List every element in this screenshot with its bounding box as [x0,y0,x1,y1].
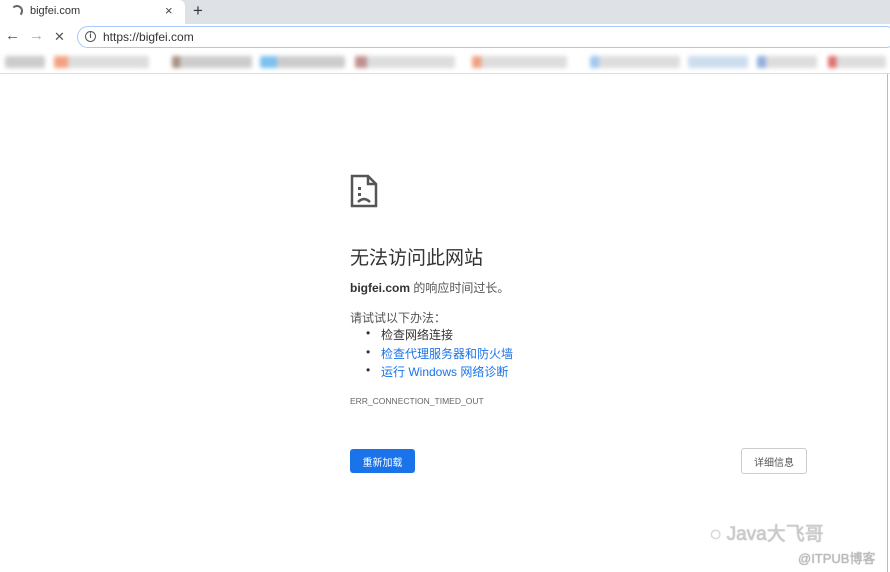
back-arrow-icon[interactable]: ← [5,27,20,44]
bookmark-item[interactable] [828,56,886,68]
tab-close-icon[interactable]: × [165,3,173,18]
suggestions-label: 请试试以下办法： [350,311,447,325]
bookmark-item[interactable] [472,56,567,68]
suggestion-check-proxy-link[interactable]: 检查代理服务器和防火墙 [366,345,513,364]
watermark-name: Java大飞哥 [726,524,824,545]
wechat-icon: ◌ [710,524,727,545]
new-tab-button[interactable]: + [193,1,203,21]
error-title: 无法访问此网站 [350,248,484,269]
bookmarks-bar [0,52,890,74]
window-edge [887,74,888,572]
suggestions-list: 检查网络连接 检查代理服务器和防火墙 运行 Windows 网络诊断 [366,326,513,382]
error-domain: bigfei.com [350,281,411,295]
bookmark-item[interactable] [5,56,45,68]
tab-bigfei[interactable]: bigfei.com × [0,0,185,24]
tab-title: bigfei.com [30,5,81,17]
suggestion-check-network: 检查网络连接 [366,326,513,345]
tab-strip: bigfei.com × + [0,0,890,24]
details-button[interactable]: 详细信息 [741,448,807,474]
bookmark-item[interactable] [590,56,680,68]
watermark-source: @ITPUB博客 [798,551,876,566]
reload-button[interactable]: 重新加载 [350,449,415,473]
loading-spinner-icon [11,5,23,17]
bookmark-item[interactable] [757,56,817,68]
watermark-wechat: ◌ Java大飞哥 [710,519,824,546]
sad-page-icon [350,174,378,208]
error-message: bigfei.com 的响应时间过长。 [350,279,509,296]
info-icon[interactable]: i [85,31,96,42]
error-code: ERR_CONNECTION_TIMED_OUT [350,396,484,406]
bookmark-item[interactable] [355,56,455,68]
bookmark-item[interactable] [172,56,252,68]
error-message-text: 的响应时间过长。 [410,281,510,295]
suggestion-run-diagnostics-link[interactable]: 运行 Windows 网络诊断 [366,363,513,382]
toolbar: ← → ✕ i https://bigfei.com [0,24,890,50]
forward-arrow-icon[interactable]: → [29,27,44,44]
bookmark-item[interactable] [688,56,748,68]
bookmark-item[interactable] [54,56,149,68]
bookmark-item[interactable] [260,56,345,68]
address-bar[interactable]: i https://bigfei.com [77,26,890,48]
stop-icon[interactable]: ✕ [54,29,65,45]
url-text: https://bigfei.com [103,30,194,44]
